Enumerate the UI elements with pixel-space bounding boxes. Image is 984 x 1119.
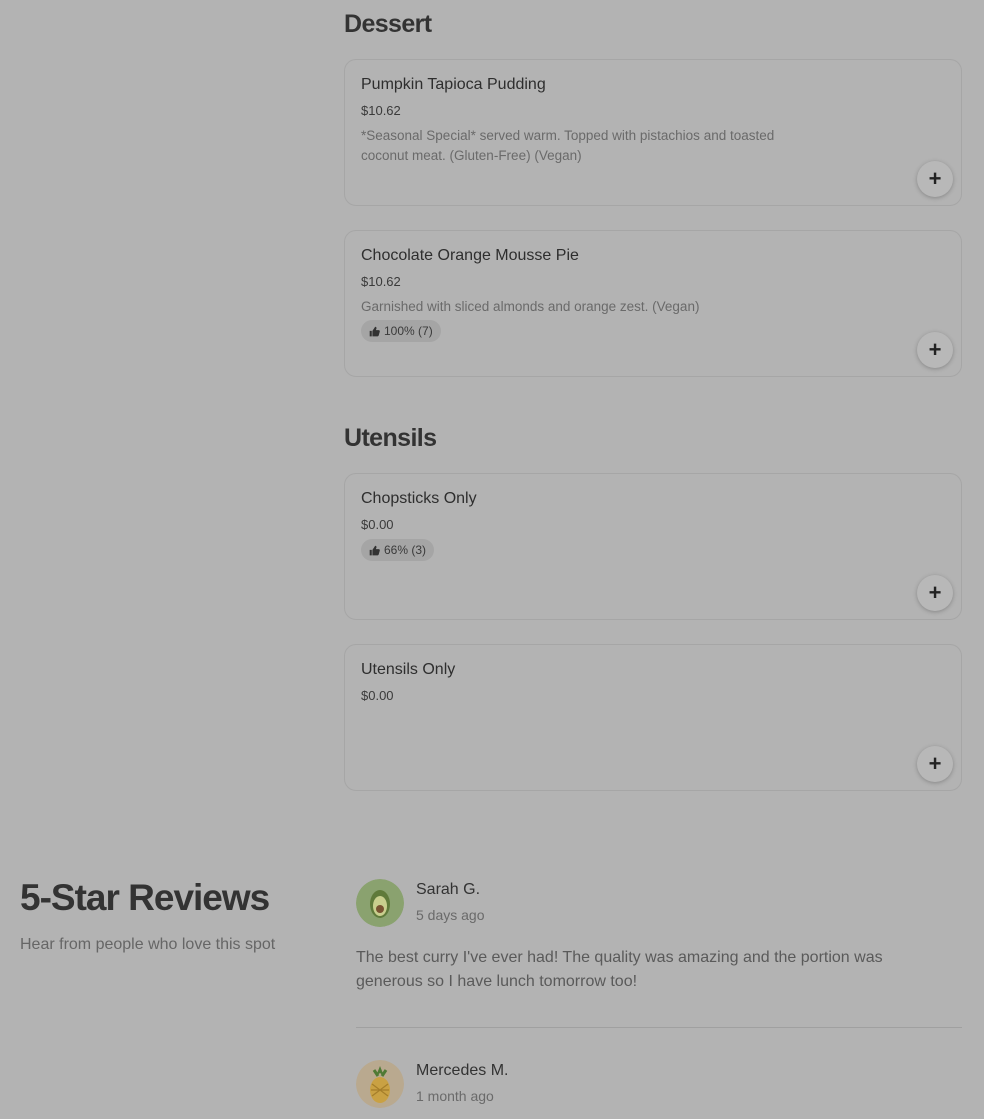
review-time: 5 days ago <box>416 907 485 923</box>
add-item-button[interactable]: + <box>917 332 953 368</box>
rating-text: 100% (7) <box>384 324 433 338</box>
menu-item-price: $10.62 <box>361 103 401 118</box>
menu-item-price: $0.00 <box>361 688 394 703</box>
reviewer-name: Mercedes M. <box>416 1062 509 1079</box>
reviews-title: 5-Star Reviews <box>20 877 270 918</box>
menu-item-card[interactable]: Pumpkin Tapioca Pudding $10.62 *Seasonal… <box>344 59 962 206</box>
review-divider <box>356 1027 962 1028</box>
add-item-button[interactable]: + <box>917 161 953 197</box>
section-title-utensils: Utensils <box>344 424 437 452</box>
menu-item-name: Chocolate Orange Mousse Pie <box>361 247 579 264</box>
menu-item-card[interactable]: Utensils Only $0.00 + <box>344 644 962 791</box>
thumbs-up-icon <box>369 545 380 555</box>
menu-item-description: *Seasonal Special* served warm. Topped w… <box>361 128 775 163</box>
reviewer-name: Sarah G. <box>416 881 481 898</box>
add-item-button[interactable]: + <box>917 575 953 611</box>
pineapple-icon <box>356 1060 404 1108</box>
menu-item-name: Utensils Only <box>361 661 456 678</box>
review-time: 1 month ago <box>416 1088 494 1104</box>
rating-badge: 66% (3) <box>361 539 435 561</box>
avocado-icon <box>356 879 404 927</box>
menu-item-description: Garnished with sliced almonds and orange… <box>361 299 700 314</box>
review-text: The best curry I've ever had! The qualit… <box>356 949 883 990</box>
add-item-button[interactable]: + <box>917 746 953 782</box>
rating-badge: 100% (7) <box>361 320 441 342</box>
menu-item-card[interactable]: Chopsticks Only $0.00 66% (3) + <box>344 473 962 620</box>
menu-item-card[interactable]: Chocolate Orange Mousse Pie $10.62 Garni… <box>344 230 962 377</box>
menu-item-price: $10.62 <box>361 274 401 289</box>
menu-item-name: Chopsticks Only <box>361 490 477 507</box>
thumbs-up-icon <box>369 326 380 336</box>
rating-text: 66% (3) <box>384 543 427 557</box>
section-title-dessert: Dessert <box>344 10 432 38</box>
reviews-subtitle: Hear from people who love this spot <box>20 936 276 953</box>
menu-item-name: Pumpkin Tapioca Pudding <box>361 76 546 93</box>
menu-item-price: $0.00 <box>361 517 394 532</box>
